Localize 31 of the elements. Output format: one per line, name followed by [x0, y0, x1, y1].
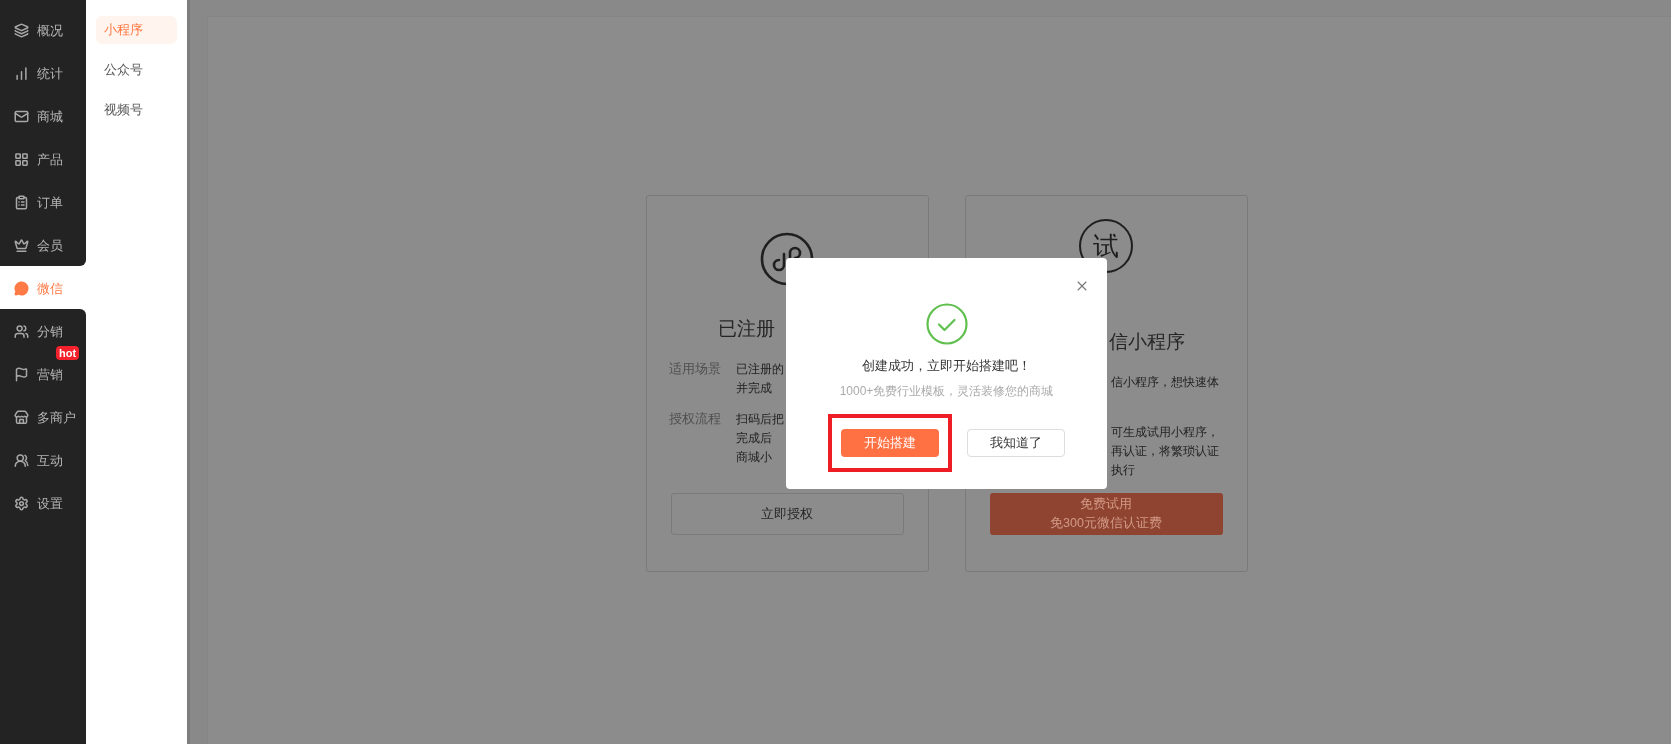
people-icon — [14, 453, 29, 468]
hot-badge: hot — [56, 346, 80, 360]
mail-icon — [14, 109, 29, 124]
row-text: 扫码后把 — [735, 411, 784, 428]
check-icon — [925, 303, 968, 345]
row-text: 并完成 — [735, 380, 772, 397]
dialog-title: 创建成功，立即开始搭建吧！ — [862, 357, 1031, 375]
layers-icon — [14, 23, 29, 38]
grid-icon — [14, 152, 29, 167]
users-icon — [14, 324, 29, 339]
authorize-button[interactable]: 立即授权 — [670, 493, 904, 535]
card-title: 信小程序 — [1108, 331, 1185, 352]
subnav-item[interactable]: 公众号 — [96, 56, 177, 84]
row-text: 信小程序，想快速体 — [1110, 374, 1219, 391]
flag-icon — [14, 367, 29, 382]
card-title: 已注册 — [717, 318, 775, 339]
row-text: 执行 — [1110, 462, 1135, 479]
row-text: 已注册的 — [735, 361, 784, 378]
store-icon — [14, 410, 29, 425]
clipboard-icon — [14, 195, 29, 210]
chat-icon — [14, 281, 29, 296]
chart-icon — [14, 66, 29, 81]
row-text: 商城小 — [735, 449, 772, 466]
dialog-subtitle: 1000+免费行业模板，灵活装修您的商城 — [839, 383, 1054, 399]
row-text: 可生成试用小程序， — [1110, 424, 1219, 441]
settings-icon — [14, 496, 29, 511]
row-text: 再认证，将繁琐认证 — [1110, 443, 1219, 460]
crown-icon — [14, 238, 29, 253]
subnav-item[interactable]: 视频号 — [96, 96, 177, 124]
row-text: 完成后 — [735, 430, 772, 447]
dismiss-button[interactable]: 我知道了 — [967, 429, 1065, 457]
